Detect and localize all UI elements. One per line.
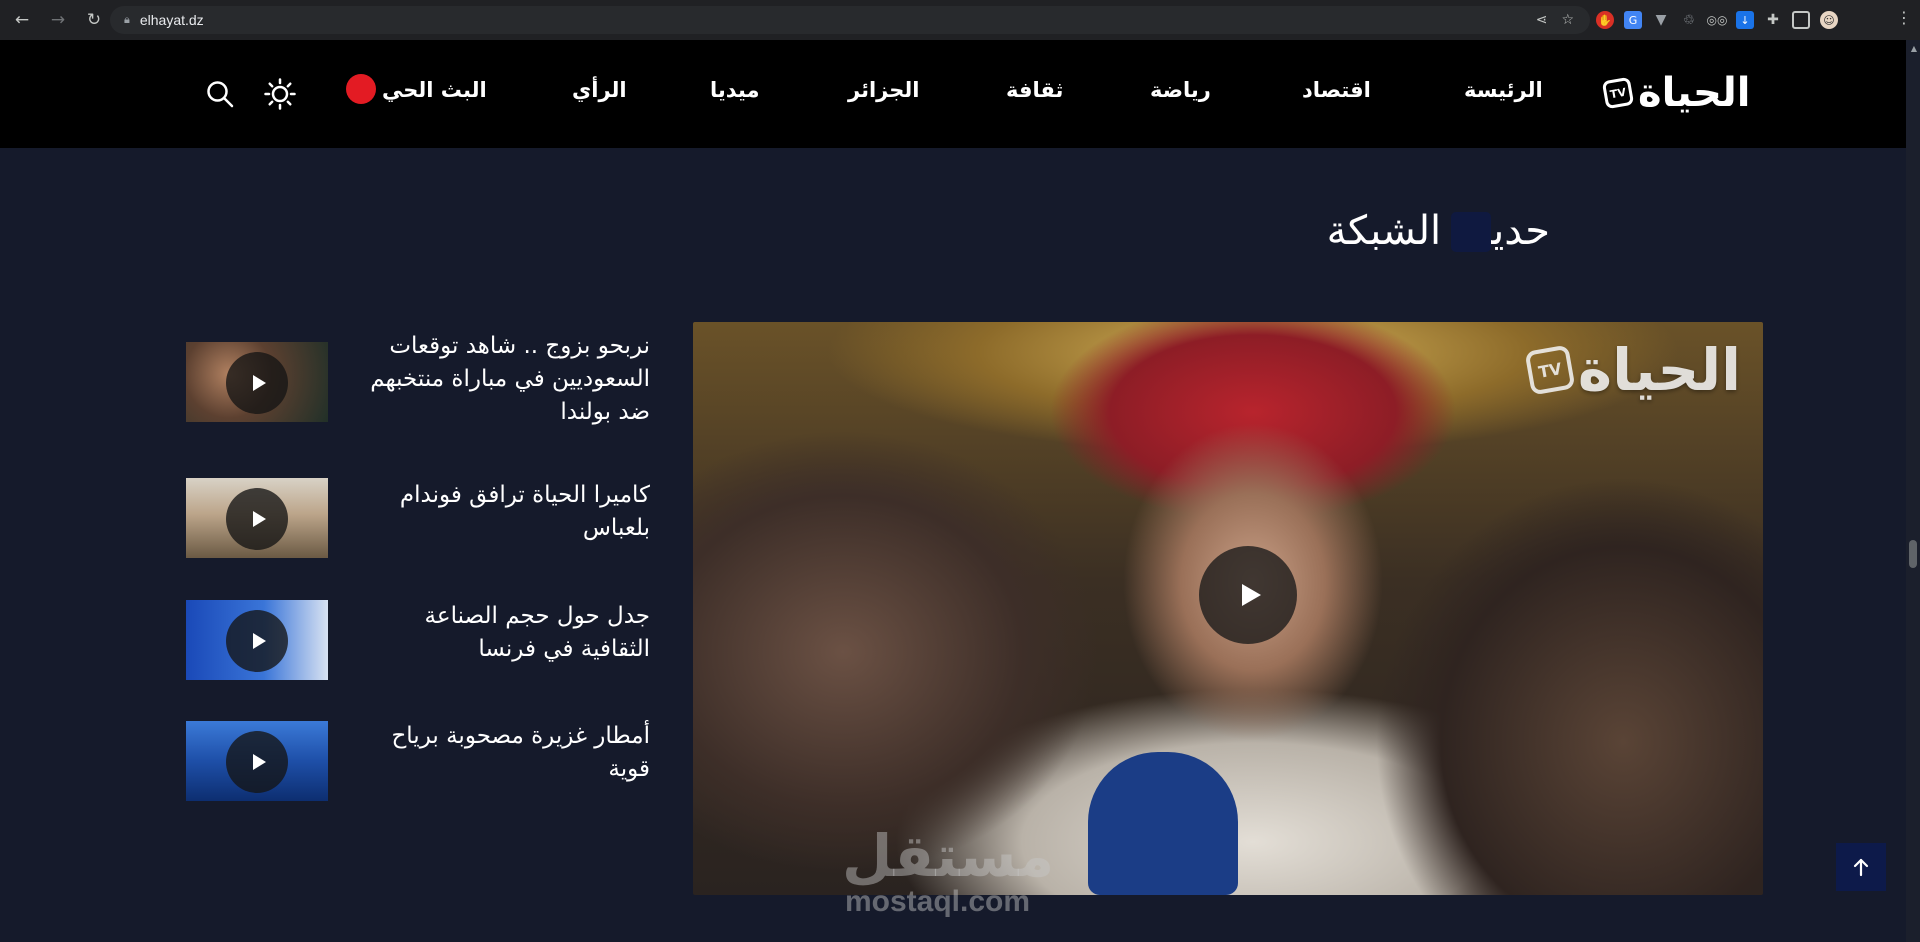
scroll-thumb[interactable] bbox=[1909, 540, 1917, 568]
section-title: حديث الشبكة bbox=[1326, 208, 1550, 254]
list-item[interactable]: كاميرا الحياة ترافق فوندام بلعباس bbox=[186, 476, 650, 560]
play-icon[interactable] bbox=[226, 731, 288, 793]
video-thumbnail[interactable] bbox=[186, 600, 328, 680]
lock-icon: 🔒︎ bbox=[124, 13, 130, 26]
video-title[interactable]: نربحو بزوج .. شاهد توقعات السعوديين في م… bbox=[350, 330, 650, 429]
site-logo[interactable]: TV الحياة bbox=[1601, 68, 1751, 118]
nav-item-culture[interactable]: ثقافة bbox=[1006, 78, 1063, 102]
recycle-extension-icon[interactable]: ♲ bbox=[1680, 11, 1698, 29]
list-item[interactable]: جدل حول حجم الصناعة الثقافية في فرنسا bbox=[186, 598, 650, 682]
video-title[interactable]: أمطار غزيرة مصحوبة برياح قوية bbox=[350, 720, 650, 786]
sidepanel-icon[interactable] bbox=[1792, 11, 1810, 29]
nav-item-algeria[interactable]: الجزائر bbox=[848, 78, 919, 102]
chrome-menu-icon[interactable]: ⋮ bbox=[1896, 8, 1912, 27]
play-icon[interactable] bbox=[226, 610, 288, 672]
list-item[interactable]: نربحو بزوج .. شاهد توقعات السعوديين في م… bbox=[186, 330, 650, 432]
logo-tv-badge: TV bbox=[1601, 76, 1635, 110]
page-scrollbar[interactable] bbox=[1906, 40, 1920, 942]
star-icon[interactable]: ☆ bbox=[1561, 12, 1574, 28]
forward-arrow-icon[interactable]: → bbox=[44, 6, 72, 34]
video-thumbnail[interactable] bbox=[186, 342, 328, 422]
extensions-bar: ✋ G ▼ ♲ ◎◎ ↓ ✚ ☺ bbox=[1596, 8, 1838, 32]
nav-item-live[interactable]: البث الحي bbox=[382, 78, 487, 102]
play-icon[interactable] bbox=[226, 352, 288, 414]
featured-video[interactable]: TV الحياة bbox=[693, 322, 1763, 895]
nav-item-home[interactable]: الرئيسة bbox=[1464, 78, 1543, 102]
list-item[interactable]: أمطار غزيرة مصحوبة برياح قوية bbox=[186, 718, 650, 802]
reload-icon[interactable]: ↻ bbox=[80, 6, 108, 34]
video-channel-watermark: TV الحياة bbox=[1524, 336, 1741, 404]
section-marker bbox=[1451, 212, 1491, 252]
live-indicator-icon bbox=[346, 74, 376, 104]
video-thumbnail[interactable] bbox=[186, 478, 328, 558]
sun-icon[interactable] bbox=[264, 78, 296, 110]
video-title[interactable]: جدل حول حجم الصناعة الثقافية في فرنسا bbox=[350, 600, 650, 666]
vue-extension-icon[interactable]: ▼ bbox=[1652, 11, 1670, 29]
puzzle-extension-icon[interactable]: ✚ bbox=[1764, 11, 1782, 29]
video-thumbnail[interactable] bbox=[186, 721, 328, 801]
nav-item-opinion[interactable]: الرأي bbox=[572, 78, 627, 102]
address-bar[interactable]: 🔒︎ elhayat.dz ⋖ ☆ bbox=[110, 6, 1590, 34]
nav-item-economy[interactable]: اقتصاد bbox=[1302, 78, 1371, 102]
glasses-extension-icon[interactable]: ◎◎ bbox=[1707, 11, 1728, 29]
profile-avatar[interactable]: ☺ bbox=[1820, 11, 1838, 29]
back-arrow-icon[interactable]: ← bbox=[8, 6, 36, 34]
url-text: elhayat.dz bbox=[139, 12, 204, 28]
adblock-extension-icon[interactable]: ✋ bbox=[1596, 11, 1614, 29]
microphone-image bbox=[1088, 752, 1238, 895]
nav-item-sports[interactable]: رياضة bbox=[1150, 78, 1211, 102]
back-to-top-button[interactable] bbox=[1836, 843, 1886, 891]
logo-text: الحياة bbox=[1638, 70, 1751, 116]
play-icon[interactable] bbox=[226, 488, 288, 550]
mostaql-watermark-arabic: مستقل bbox=[842, 822, 1055, 890]
video-watermark-badge: TV bbox=[1524, 344, 1576, 396]
share-icon[interactable]: ⋖ bbox=[1536, 12, 1548, 28]
scroll-up-icon[interactable]: ▲ bbox=[1911, 44, 1917, 53]
arrow-up-icon bbox=[1853, 858, 1869, 877]
nav-item-media[interactable]: ميديا bbox=[710, 78, 759, 102]
browser-toolbar: ← → ↻ 🔒︎ elhayat.dz ⋖ ☆ ✋ G ▼ ♲ ◎◎ ↓ ✚ ☺… bbox=[0, 0, 1920, 40]
download-extension-icon[interactable]: ↓ bbox=[1736, 11, 1754, 29]
translate-extension-icon[interactable]: G bbox=[1624, 11, 1642, 29]
mostaql-watermark-url: mostaql.com bbox=[845, 885, 1031, 918]
video-watermark-text: الحياة bbox=[1577, 336, 1741, 404]
search-icon[interactable] bbox=[206, 80, 234, 108]
video-title[interactable]: كاميرا الحياة ترافق فوندام بلعباس bbox=[350, 479, 650, 545]
play-icon[interactable] bbox=[1199, 546, 1297, 644]
